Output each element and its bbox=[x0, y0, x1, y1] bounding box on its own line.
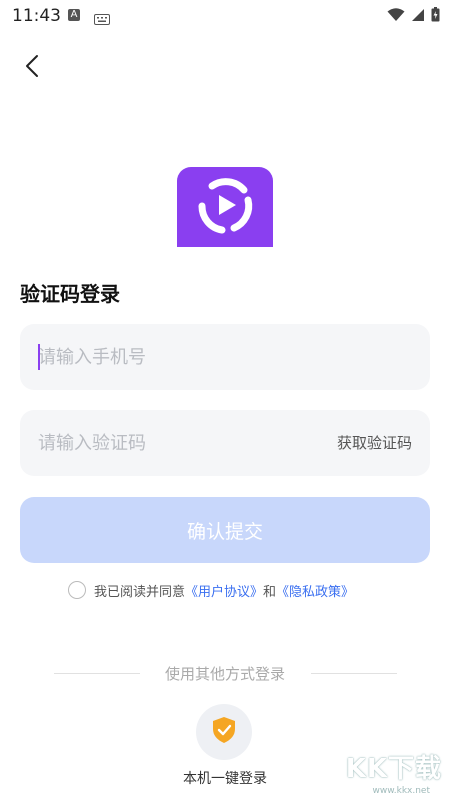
agree-checkbox[interactable] bbox=[68, 581, 86, 599]
wifi-icon bbox=[387, 7, 405, 26]
user-agreement-link[interactable]: 《用户协议》 bbox=[185, 581, 263, 600]
app-logo bbox=[177, 167, 273, 247]
signal-icon bbox=[411, 7, 425, 26]
battery-icon bbox=[431, 7, 440, 26]
agreement-row: 我已阅读并同意 《用户协议》 和 《隐私政策》 bbox=[68, 579, 354, 601]
text-cursor bbox=[38, 344, 40, 370]
chevron-left-icon bbox=[25, 54, 39, 82]
status-bar: 11:43 A bbox=[0, 0, 450, 32]
agreement-and: 和 bbox=[263, 584, 277, 600]
watermark-url: www.kkx.net bbox=[372, 786, 431, 796]
keyboard-icon bbox=[94, 10, 110, 29]
back-button[interactable] bbox=[16, 52, 48, 84]
play-logo-icon bbox=[196, 176, 254, 238]
watermark-text: KK下载 bbox=[345, 754, 442, 784]
page-title: 验证码登录 bbox=[20, 282, 120, 306]
status-time: 11:43 bbox=[12, 6, 61, 26]
agreement-prefix: 我已阅读并同意 bbox=[94, 584, 186, 600]
status-right bbox=[387, 7, 440, 26]
shield-check-icon bbox=[211, 716, 237, 748]
confirm-submit-button[interactable]: 确认提交 bbox=[20, 497, 430, 563]
one-click-login-button[interactable] bbox=[196, 704, 252, 760]
privacy-policy-link[interactable]: 《隐私政策》 bbox=[276, 581, 354, 600]
get-code-button[interactable]: 获取验证码 bbox=[337, 410, 412, 476]
divider-right bbox=[311, 673, 397, 674]
phone-field bbox=[20, 324, 430, 390]
code-field: 获取验证码 bbox=[20, 410, 430, 476]
a-badge-icon: A bbox=[68, 9, 80, 21]
verification-code-input[interactable] bbox=[38, 410, 318, 476]
phone-input[interactable] bbox=[38, 324, 318, 390]
